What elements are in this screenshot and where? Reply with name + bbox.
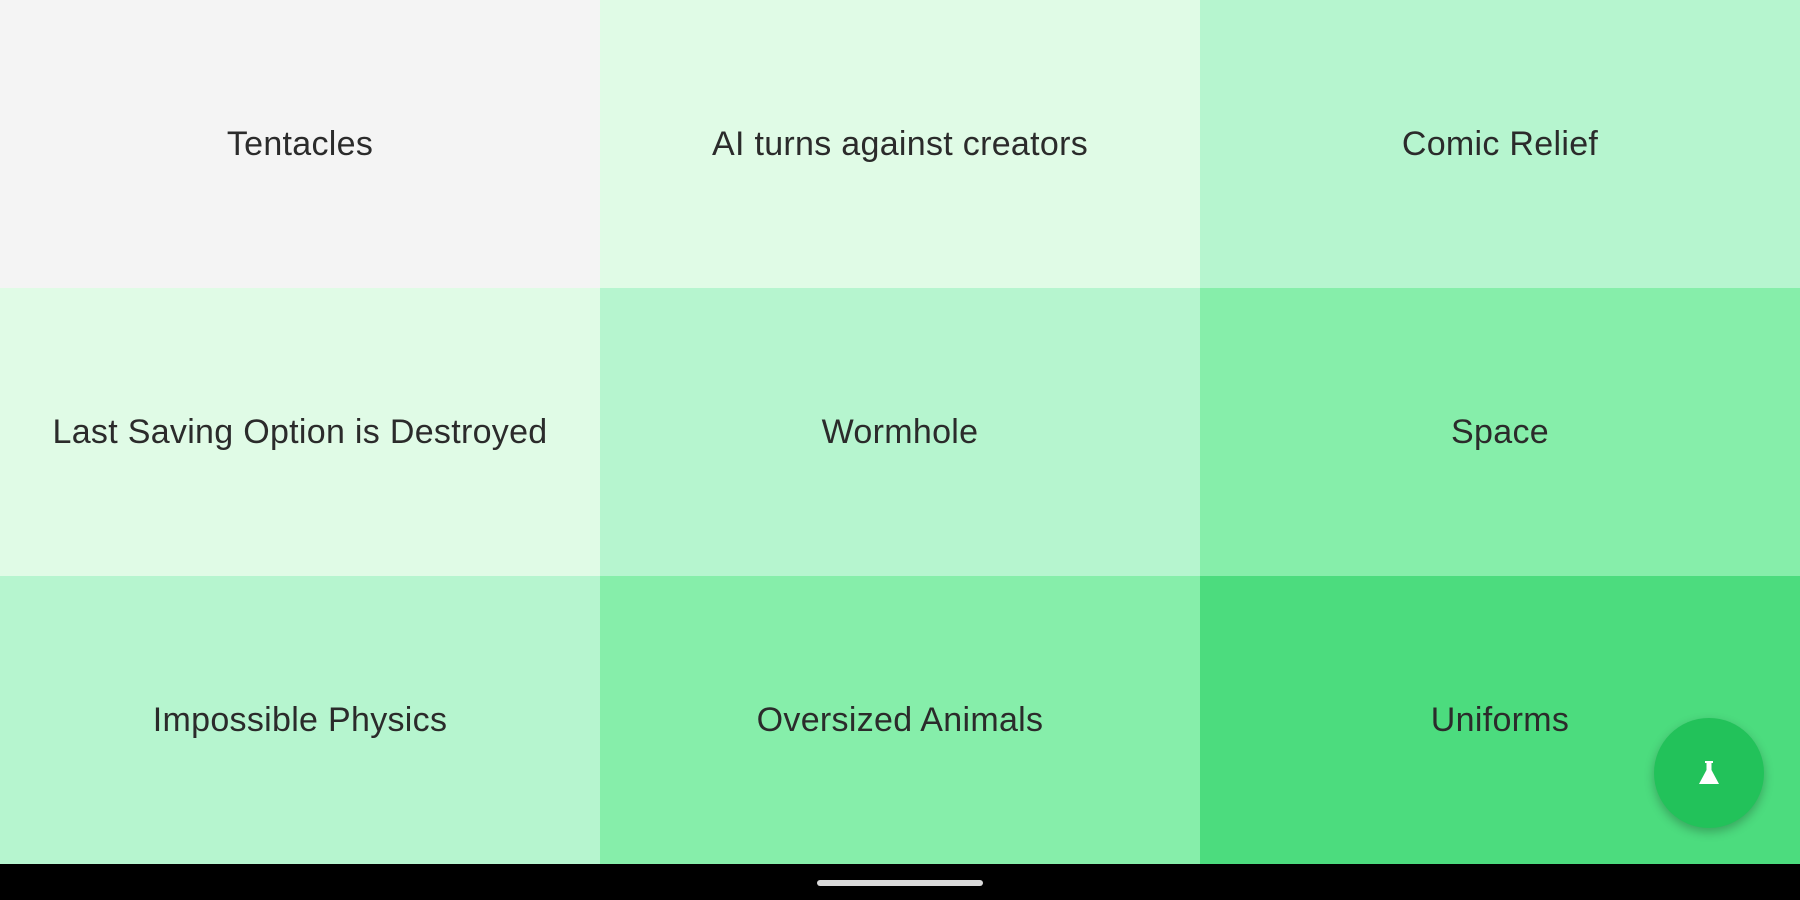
tile-wormhole[interactable]: Wormhole bbox=[600, 288, 1200, 576]
tile-label: Tentacles bbox=[226, 124, 374, 163]
tile-ai-turns-against-creators[interactable]: AI turns against creators bbox=[600, 0, 1200, 288]
tile-oversized-animals[interactable]: Oversized Animals bbox=[600, 576, 1200, 864]
tile-tentacles[interactable]: Tentacles bbox=[0, 0, 600, 288]
tile-label: Wormhole bbox=[821, 412, 979, 451]
flask-fab-button[interactable] bbox=[1654, 718, 1764, 828]
app-screen: Tentacles AI turns against creators Comi… bbox=[0, 0, 1800, 900]
tile-label: Last Saving Option is Destroyed bbox=[52, 412, 548, 451]
tile-label: Space bbox=[1451, 412, 1549, 451]
flask-icon bbox=[1699, 761, 1719, 784]
tile-last-saving-option[interactable]: Last Saving Option is Destroyed bbox=[0, 288, 600, 576]
trope-grid: Tentacles AI turns against creators Comi… bbox=[0, 0, 1800, 864]
tile-label: Uniforms bbox=[1430, 700, 1570, 739]
tile-label: Comic Relief bbox=[1401, 124, 1599, 163]
tile-impossible-physics[interactable]: Impossible Physics bbox=[0, 576, 600, 864]
tile-label: AI turns against creators bbox=[711, 124, 1088, 163]
tile-label: Impossible Physics bbox=[152, 700, 448, 739]
home-gesture-handle[interactable] bbox=[817, 880, 983, 886]
system-nav-bar bbox=[0, 864, 1800, 900]
tile-comic-relief[interactable]: Comic Relief bbox=[1200, 0, 1800, 288]
tile-space[interactable]: Space bbox=[1200, 288, 1800, 576]
tile-label: Oversized Animals bbox=[756, 700, 1044, 739]
